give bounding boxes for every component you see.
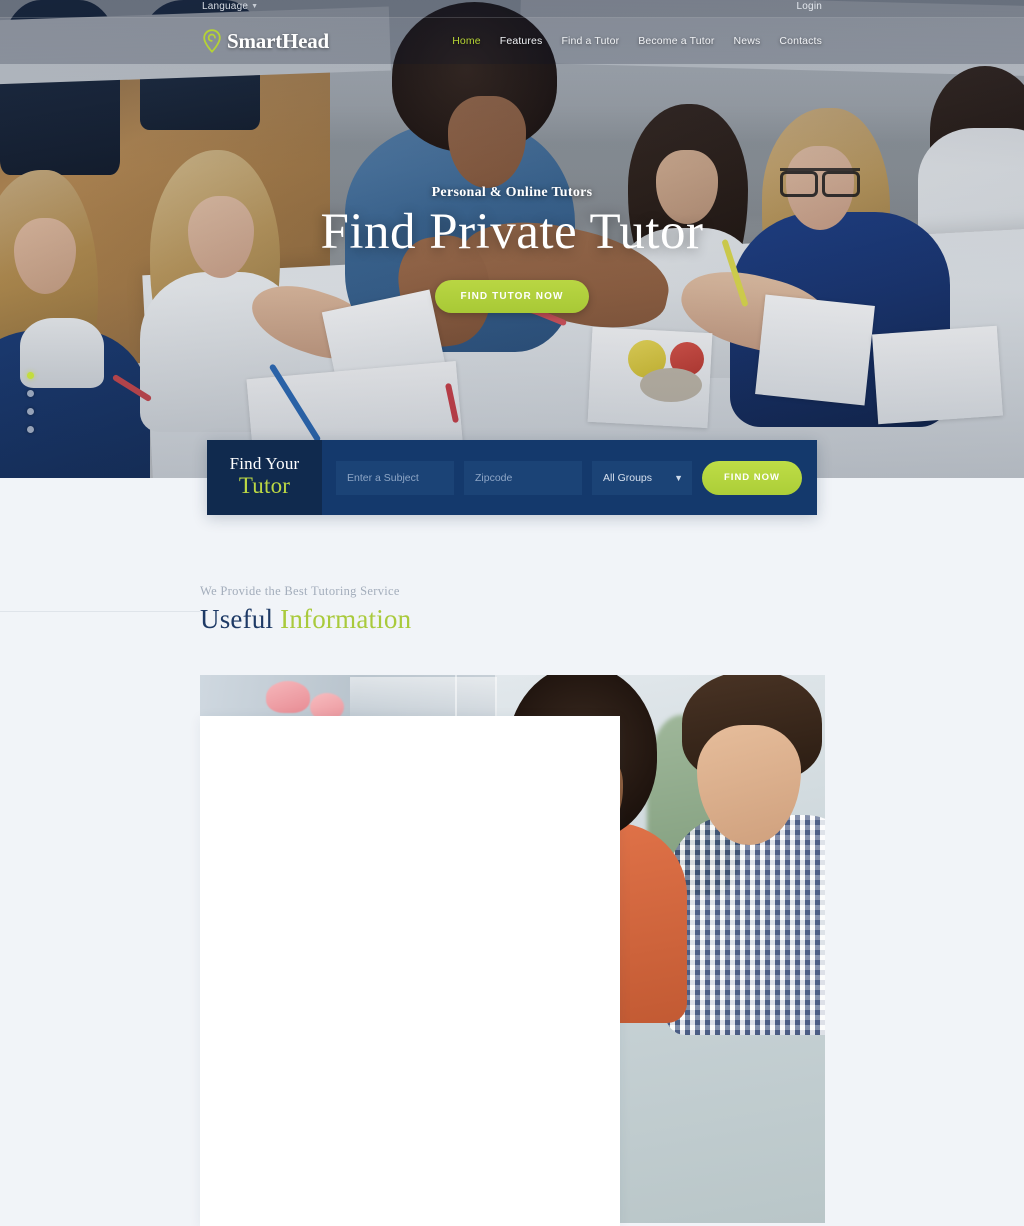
- language-label: Language: [202, 1, 248, 12]
- slider-dot-2[interactable]: [27, 390, 34, 397]
- login-link[interactable]: Login: [797, 1, 822, 12]
- nav-item-find-a-tutor[interactable]: Find a Tutor: [561, 35, 619, 47]
- zipcode-input[interactable]: [464, 461, 582, 495]
- section-heading: We Provide the Best Tutoring Service Use…: [200, 584, 411, 635]
- search-form: All Groups ▼ FIND NOW: [322, 440, 817, 515]
- heading-divider: [0, 611, 200, 612]
- section-eyebrow: We Provide the Best Tutoring Service: [200, 584, 411, 599]
- site-header: SmartHead Home Features Find a Tutor Bec…: [0, 18, 1024, 64]
- search-label-line1: Find Your: [230, 455, 300, 473]
- top-utility-bar: Language ▼ Login: [0, 0, 1024, 18]
- chevron-down-icon: ▼: [251, 3, 258, 10]
- slider-dot-4[interactable]: [27, 426, 34, 433]
- hero-subtitle: Personal & Online Tutors: [0, 185, 1024, 201]
- group-select[interactable]: All Groups ▼: [592, 461, 692, 495]
- nav-item-contacts[interactable]: Contacts: [779, 35, 822, 47]
- search-label-line2: Tutor: [239, 473, 290, 498]
- group-select-value: All Groups: [592, 461, 692, 495]
- tutor-search-panel: Find Your Tutor All Groups ▼ FIND NOW: [207, 440, 817, 515]
- search-panel-label: Find Your Tutor: [207, 440, 322, 515]
- slider-dot-3[interactable]: [27, 408, 34, 415]
- useful-information-section: We Provide the Best Tutoring Service Use…: [0, 478, 1024, 745]
- logo-text: SmartHead: [227, 29, 329, 54]
- language-selector[interactable]: Language ▼: [202, 1, 258, 12]
- section-title-part2: Information: [280, 604, 411, 634]
- find-now-button[interactable]: FIND NOW: [702, 461, 802, 495]
- slider-dots: [27, 372, 34, 444]
- hero-title: Find Private Tutor: [0, 203, 1024, 262]
- subject-input[interactable]: [336, 461, 454, 495]
- nav-item-news[interactable]: News: [734, 35, 761, 47]
- content-card: [200, 716, 620, 1226]
- hero-caption: Personal & Online Tutors Find Private Tu…: [0, 185, 1024, 313]
- hero-section: Language ▼ Login SmartHead Home Features: [0, 0, 1024, 478]
- section-title-part1: Useful: [200, 604, 273, 634]
- slider-dot-1[interactable]: [27, 372, 34, 379]
- logo[interactable]: SmartHead: [202, 29, 329, 54]
- nav-item-home[interactable]: Home: [452, 35, 481, 47]
- find-tutor-now-button[interactable]: FIND TUTOR NOW: [435, 280, 590, 313]
- location-pin-icon: [202, 29, 222, 53]
- nav-item-become-a-tutor[interactable]: Become a Tutor: [638, 35, 714, 47]
- nav-item-features[interactable]: Features: [500, 35, 543, 47]
- page-title: Useful Information: [200, 604, 411, 635]
- main-navigation: Home Features Find a Tutor Become a Tuto…: [452, 35, 822, 47]
